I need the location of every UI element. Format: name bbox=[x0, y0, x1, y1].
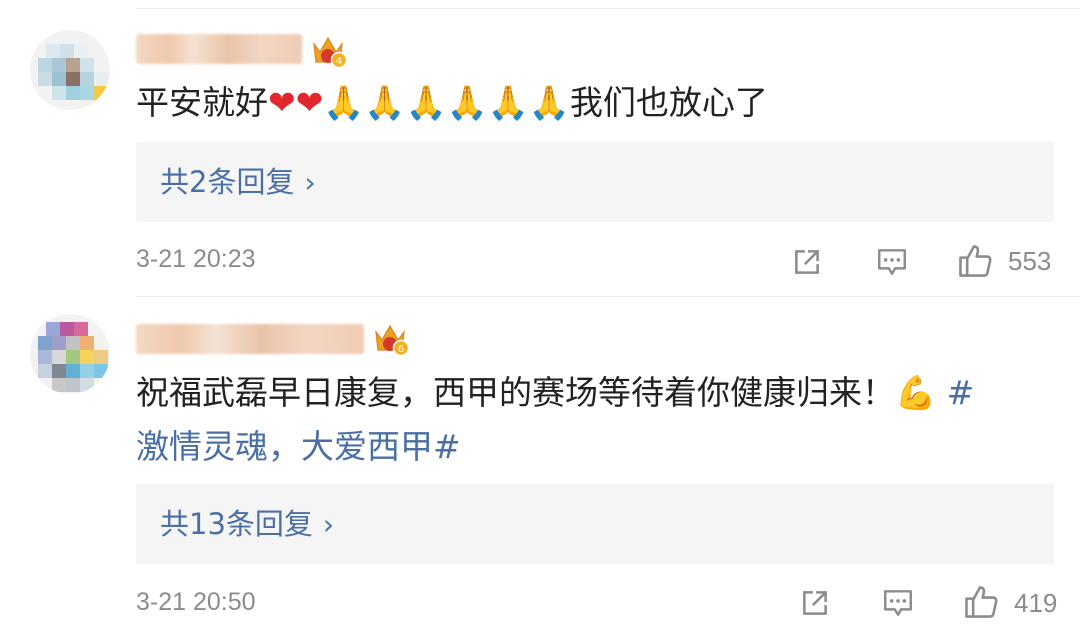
crown-icon[interactable]: 6 bbox=[370, 318, 410, 358]
pray-emoji: 🙏🙏🙏🙏🙏🙏 bbox=[323, 83, 570, 122]
comment-item: 6 祝福武磊早日康复，西甲的赛场等待着你健康归来！💪 # 激情灵魂，大爱西甲# 共… bbox=[0, 296, 1080, 632]
username-blurred[interactable] bbox=[136, 324, 364, 354]
thumbs-up-icon[interactable] bbox=[956, 242, 994, 280]
replies-count: 共13条回复 bbox=[160, 507, 313, 541]
comment-item: 4 平安就好❤❤🙏🙏🙏🙏🙏🙏我们也放心了 共2条回复 › 3-21 20:23 5… bbox=[0, 0, 1080, 296]
comment-text-main: 祝福武磊早日康复，西甲的赛场等待着你健康归来！ bbox=[136, 373, 895, 412]
comment-text: 平安就好❤❤🙏🙏🙏🙏🙏🙏我们也放心了 bbox=[136, 76, 1056, 130]
heart-emoji: ❤❤ bbox=[268, 83, 324, 122]
comment-text: 祝福武磊早日康复，西甲的赛场等待着你健康归来！💪 # 激情灵魂，大爱西甲# bbox=[136, 366, 1056, 474]
replies-link[interactable]: 共13条回复 › bbox=[160, 484, 334, 565]
avatar[interactable] bbox=[30, 314, 110, 394]
comment-text-main: 平安就好 bbox=[136, 83, 268, 122]
comment-time: 3-21 20:23 bbox=[136, 245, 256, 273]
comment-icon[interactable] bbox=[874, 245, 910, 279]
vip-level: 4 bbox=[336, 56, 342, 67]
username-blurred[interactable] bbox=[136, 34, 302, 64]
replies-count: 共2条回复 bbox=[160, 165, 295, 199]
replies-box[interactable]: 共2条回复 › bbox=[136, 142, 1054, 222]
thumbs-up-icon[interactable] bbox=[962, 583, 1000, 621]
comment-text-tail: 我们也放心了 bbox=[569, 83, 768, 122]
like-count: 419 bbox=[1014, 588, 1058, 618]
crown-icon[interactable]: 4 bbox=[308, 30, 348, 70]
flexed-biceps-emoji: 💪 bbox=[895, 373, 937, 412]
vip-level: 6 bbox=[398, 344, 404, 355]
comment-icon[interactable] bbox=[880, 586, 916, 620]
replies-link[interactable]: 共2条回复 › bbox=[160, 142, 316, 223]
replies-box[interactable]: 共13条回复 › bbox=[136, 484, 1054, 564]
avatar[interactable] bbox=[30, 30, 110, 110]
chevron-right-icon: › bbox=[322, 508, 335, 541]
share-icon[interactable] bbox=[798, 586, 832, 620]
comment-time: 3-21 20:50 bbox=[136, 588, 256, 616]
like-count: 553 bbox=[1008, 246, 1052, 276]
chevron-right-icon: › bbox=[304, 166, 316, 199]
share-icon[interactable] bbox=[790, 245, 824, 279]
